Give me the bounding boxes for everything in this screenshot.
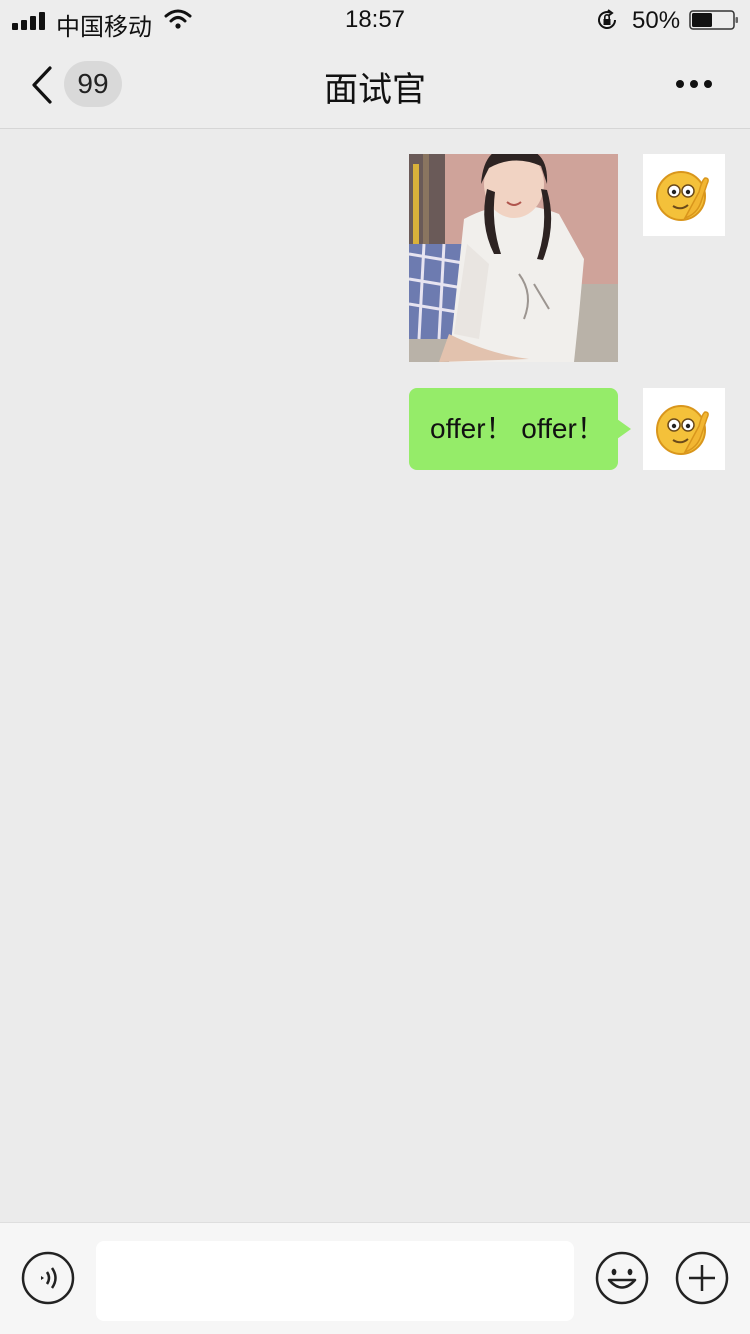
photo-thumbnail xyxy=(409,154,618,362)
thinking-emoji-avatar-icon xyxy=(656,171,709,221)
emoji-icon[interactable] xyxy=(595,1251,649,1305)
plus-icon[interactable] xyxy=(675,1251,729,1305)
nav-bar: 99 面试官 xyxy=(0,40,750,129)
bubble-tail xyxy=(617,419,631,439)
battery-icon xyxy=(689,10,738,30)
battery-percent: 50% xyxy=(632,7,681,34)
my-avatar[interactable] xyxy=(643,154,725,236)
message-list: offer！ offer！ xyxy=(0,130,750,1222)
thinking-emoji-avatar-icon xyxy=(656,405,709,455)
image-message[interactable] xyxy=(409,154,618,362)
status-bar: 中国移动 18:57 50% xyxy=(0,0,750,41)
chat-title: 面试官 xyxy=(324,71,426,109)
message-input[interactable] xyxy=(96,1241,574,1321)
chat-screen: 中国移动 18:57 50% 99 面试官 offer！ offer！ xyxy=(0,0,750,1334)
text-message-bubble[interactable]: offer！ offer！ xyxy=(409,388,618,470)
rotation-lock-icon xyxy=(598,9,616,29)
voice-icon[interactable] xyxy=(21,1251,75,1305)
more-dots-icon[interactable] xyxy=(668,68,720,100)
input-bar xyxy=(0,1222,750,1334)
my-avatar[interactable] xyxy=(643,388,725,470)
